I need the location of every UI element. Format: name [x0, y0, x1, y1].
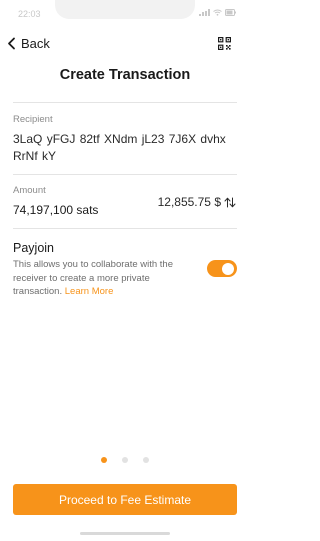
amount-fiat-value: 12,855.75 $ — [157, 195, 221, 209]
chevron-left-icon — [8, 37, 15, 50]
back-button[interactable]: Back — [7, 36, 50, 51]
proceed-to-fee-estimate-button[interactable]: Proceed to Fee Estimate — [13, 484, 237, 515]
qr-code-icon[interactable] — [218, 37, 231, 50]
amount-fiat-toggle[interactable]: 12,855.75 $ — [158, 195, 236, 209]
learn-more-link[interactable]: Learn More — [65, 286, 114, 297]
divider — [13, 102, 237, 103]
divider — [13, 174, 237, 175]
back-label: Back — [21, 36, 50, 51]
payjoin-title: Payjoin — [13, 241, 54, 255]
amount-label: Amount — [13, 185, 46, 196]
pagination-dot — [143, 457, 149, 463]
create-transaction-screen: 22:03 Back Create Transaction Recipient … — [0, 0, 250, 541]
wifi-icon — [213, 9, 222, 16]
device-notch — [55, 0, 195, 19]
toggle-knob — [222, 262, 234, 275]
payjoin-toggle[interactable] — [207, 260, 237, 277]
home-indicator — [80, 532, 170, 535]
pagination-dot — [101, 457, 107, 463]
status-time: 22:03 — [18, 9, 41, 19]
recipient-label: Recipient — [13, 114, 53, 125]
divider — [13, 228, 237, 229]
page-title: Create Transaction — [59, 67, 191, 83]
battery-icon — [225, 9, 236, 16]
pagination-dot — [122, 457, 128, 463]
signal-icon — [199, 9, 210, 16]
swap-vertical-icon — [224, 197, 236, 207]
status-icons — [199, 9, 236, 16]
pagination-dots — [0, 457, 250, 463]
amount-sats: 74,197,100 sats — [13, 203, 99, 217]
status-bar: 22:03 — [0, 0, 250, 22]
recipient-address: 3LaQ yFGJ 82tf XNdm jL23 7J6X dvhx RrNf … — [13, 132, 226, 163]
payjoin-description: This allows you to collaborate with the … — [13, 258, 201, 299]
